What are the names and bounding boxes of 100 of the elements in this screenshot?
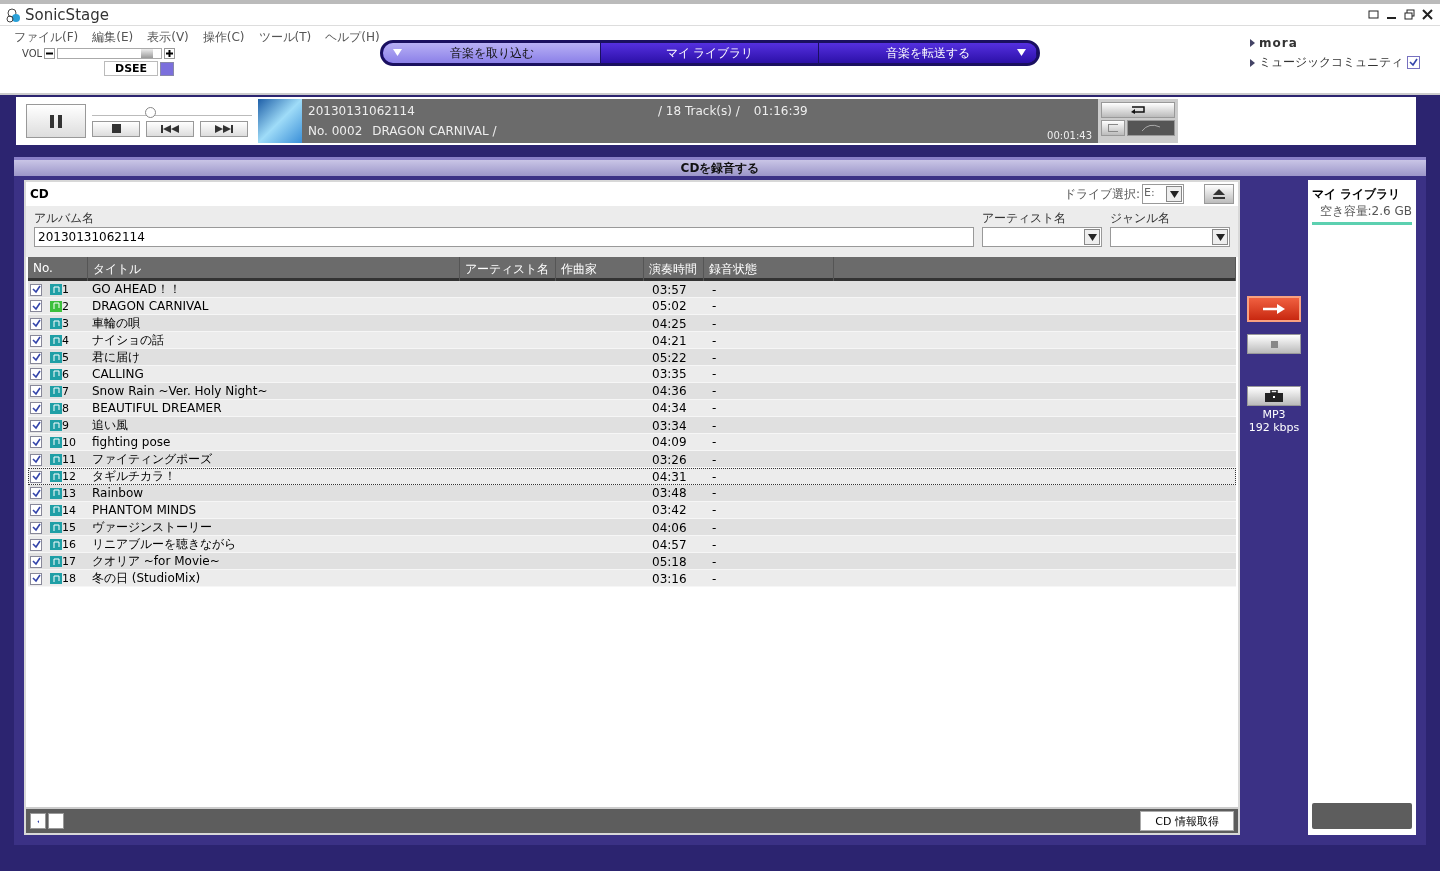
track-title: 車輪の唄 — [91, 315, 141, 332]
maximize-icon[interactable] — [1404, 9, 1416, 20]
genre-label: ジャンル名 — [1110, 210, 1171, 227]
track-title: fighting pose — [91, 435, 172, 449]
dropdown-button[interactable] — [1166, 186, 1182, 202]
track-title: 君に届け — [91, 349, 141, 366]
sound-button[interactable] — [1101, 120, 1125, 136]
track-title: 冬の日 (StudioMix) — [91, 570, 202, 587]
record-status: - — [711, 537, 718, 552]
dsee-toggle[interactable] — [160, 61, 175, 76]
track-number: 10 — [62, 435, 76, 449]
track-duration: 03:57 — [651, 282, 688, 297]
track-title: 追い風 — [91, 417, 129, 434]
track-number: 12 — [62, 470, 76, 483]
track-duration: 05:18 — [651, 554, 688, 569]
track-number: 7 — [62, 384, 69, 398]
track-row[interactable]: 5 君に届け 05:22 - — [28, 349, 1236, 366]
track-row[interactable]: 16 リニアブルーを聴きながら 04:57 - — [28, 536, 1236, 553]
album-name: 20130131062114 — [308, 104, 416, 118]
track-row[interactable]: 13 Rainbow 03:48 - — [28, 485, 1236, 502]
album-name-field[interactable]: 20130131062114 — [34, 227, 974, 247]
dropdown-button[interactable] — [1084, 229, 1100, 245]
record-status: - — [711, 282, 718, 297]
repeat-button[interactable] — [1101, 102, 1175, 118]
menu-item[interactable]: 操作(C) — [202, 29, 245, 46]
track-title: DRAGON CARNIVAL — [91, 299, 210, 313]
cd-heading: CD — [30, 187, 49, 201]
track-number: 5 — [62, 351, 69, 364]
uncheck-all-button[interactable] — [48, 813, 64, 829]
dropdown-button[interactable] — [1212, 229, 1228, 245]
arrow-icon — [1250, 58, 1255, 67]
dropdown-icon — [1169, 190, 1179, 198]
fetch-cd-info-button[interactable]: CD 情報取得 — [1140, 811, 1234, 831]
track-number: 17 — [62, 555, 76, 568]
library-title: マイ ライブラリ — [1312, 186, 1402, 203]
album-label: アルバム名 — [34, 210, 95, 227]
app-logo-icon — [6, 6, 22, 23]
menu-item[interactable]: 編集(E) — [92, 29, 134, 46]
dropdown-icon — [1215, 233, 1225, 241]
track-duration: 03:16 — [651, 571, 688, 586]
track-row[interactable]: 7 Snow Rain ~Ver. Holy Night~ 04:36 - — [28, 383, 1236, 400]
toolbox-icon — [1265, 390, 1283, 402]
track-duration: 04:34 — [651, 401, 688, 415]
track-row[interactable]: 8 BEAUTIFUL DREAMER 04:34 - — [28, 400, 1236, 417]
previous-button[interactable] — [146, 120, 194, 137]
track-row[interactable]: 17 クオリア ~for Movie~ 05:18 - — [28, 553, 1236, 570]
elapsed-time: 00:01:43 — [1047, 130, 1092, 141]
track-row[interactable]: 1 GO AHEAD！！ 03:57 - — [28, 281, 1236, 298]
stop-button[interactable] — [92, 120, 140, 137]
community-link[interactable]: ミュージックコミュニティ — [1259, 54, 1403, 71]
record-status: - — [711, 401, 718, 415]
format-label: MP3 192 kbps — [1248, 408, 1300, 434]
menu-item[interactable]: ツール(T) — [258, 29, 312, 46]
menu-item[interactable]: 表示(V) — [147, 29, 189, 46]
volume-down-button[interactable] — [44, 48, 56, 59]
close-icon[interactable] — [1422, 9, 1434, 20]
track-number: 18 — [62, 572, 76, 585]
eject-button[interactable] — [1204, 184, 1234, 204]
slider-thumb[interactable] — [140, 49, 153, 58]
nav-tab[interactable]: 音楽を転送する — [819, 43, 1037, 63]
nav-tab[interactable]: マイ ライブラリ — [601, 43, 819, 63]
nav-tab[interactable]: 音楽を取り込む — [383, 43, 601, 63]
settings-button[interactable] — [1247, 386, 1301, 406]
next-button[interactable] — [200, 120, 248, 137]
track-row[interactable]: 2 DRAGON CARNIVAL 05:02 - — [28, 298, 1236, 315]
drive-select[interactable]: E: — [1142, 184, 1184, 204]
mora-link[interactable]: mora — [1259, 36, 1298, 50]
track-row[interactable]: 6 CALLING 03:35 - — [28, 366, 1236, 383]
track-row[interactable]: 14 PHANTOM MINDS 03:42 - — [28, 502, 1236, 519]
track-row[interactable]: 9 追い風 03:34 - — [28, 417, 1236, 434]
previous-icon — [161, 124, 179, 133]
track-duration: 03:35 — [651, 367, 688, 381]
restore-icon[interactable] — [1368, 9, 1380, 20]
next-icon — [215, 124, 233, 133]
menu-item[interactable]: ヘルプ(H) — [325, 29, 380, 46]
track-row[interactable]: 3 車輪の唄 04:25 - — [28, 315, 1236, 332]
arrow-right-icon — [1263, 304, 1285, 314]
track-number: 11 — [62, 453, 76, 466]
track-row[interactable]: 12 タギルチカラ！ 04:31 - — [28, 468, 1236, 485]
track-number: 13 — [62, 486, 76, 500]
stop-record-button[interactable] — [1247, 334, 1301, 354]
track-row[interactable]: 10 fighting pose 04:09 - — [28, 434, 1236, 451]
arrow-icon — [1250, 39, 1255, 47]
track-row[interactable]: 4 ナイショの話 04:21 - — [28, 332, 1236, 349]
record-button[interactable] — [1247, 296, 1301, 322]
check-all-button[interactable] — [30, 813, 46, 829]
repeat-icon — [1130, 106, 1146, 114]
track-row[interactable]: 18 冬の日 (StudioMix) 03:16 - — [28, 570, 1236, 587]
volume-up-button[interactable] — [164, 48, 176, 59]
track-row[interactable]: 15 ヴァージンストーリー 04:06 - — [28, 519, 1236, 536]
record-status: - — [711, 469, 718, 484]
volume-slider[interactable] — [57, 48, 163, 59]
pause-button[interactable] — [26, 104, 86, 138]
track-row[interactable]: 11 ファイティングポーズ 03:26 - — [28, 451, 1236, 468]
track-title: タギルチカラ！ — [91, 468, 177, 485]
menu-item[interactable]: ファイル(F) — [14, 29, 79, 46]
record-status: - — [711, 452, 718, 467]
track-title: クオリア ~for Movie~ — [91, 553, 221, 570]
track-number: 3 — [62, 317, 69, 330]
seek-thumb[interactable] — [144, 106, 156, 118]
